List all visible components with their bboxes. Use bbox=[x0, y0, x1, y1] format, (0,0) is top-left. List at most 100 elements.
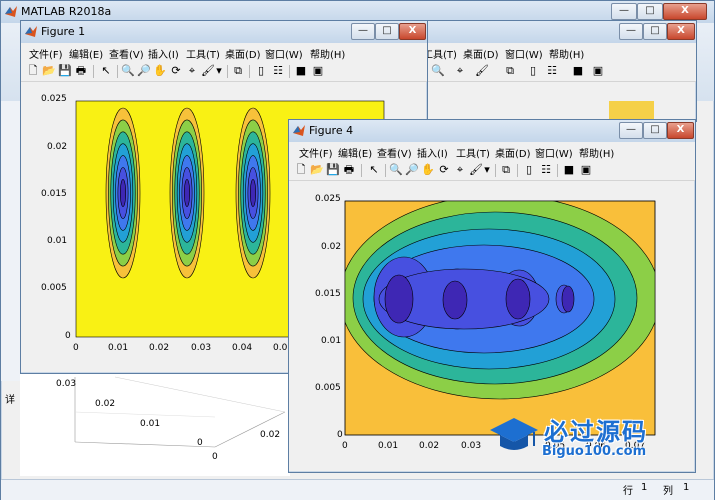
rotate-3d-icon[interactable]: ⟳ bbox=[169, 64, 183, 78]
menu-edit[interactable]: 编辑(E) bbox=[69, 46, 103, 61]
figure-logo-icon bbox=[25, 25, 37, 37]
new-figure-icon[interactable]: 🗋 bbox=[26, 64, 40, 78]
hide-plot-tools-icon[interactable]: ■ bbox=[562, 163, 576, 177]
main-minimize-button[interactable]: — bbox=[611, 3, 637, 20]
watermark-text-cn: 必过源码 bbox=[544, 418, 648, 446]
menu-window[interactable]: 窗口(W) bbox=[265, 46, 303, 61]
insert-colorbar-icon[interactable]: ▯ bbox=[522, 163, 536, 177]
data-cursor-icon[interactable]: ⌖ bbox=[185, 64, 199, 78]
toolbar-separator bbox=[93, 65, 94, 78]
bg-tool-show-icon[interactable]: ▣ bbox=[591, 64, 605, 78]
bg-tool-brush-icon[interactable]: 🖌 bbox=[475, 64, 489, 78]
brush-dropdown-icon[interactable]: ▾ bbox=[483, 163, 491, 177]
zoom-out-icon[interactable]: 🔎 bbox=[137, 64, 151, 78]
menu-desktop[interactable]: 桌面(D) bbox=[225, 46, 261, 61]
figure4-close-button[interactable]: X bbox=[667, 122, 694, 139]
zoom-in-icon[interactable]: 🔍 bbox=[121, 64, 135, 78]
graduation-cap-icon bbox=[488, 414, 540, 454]
link-plot-icon[interactable]: ⧉ bbox=[231, 64, 245, 78]
menu-edit[interactable]: 编辑(E) bbox=[338, 145, 372, 160]
bg-tool-link-icon[interactable]: ⧉ bbox=[503, 64, 517, 78]
bg-plot-surface bbox=[609, 101, 654, 120]
menu-tools[interactable]: 工具(T) bbox=[186, 46, 220, 61]
insert-legend-icon[interactable]: ☷ bbox=[271, 64, 285, 78]
figure4-maximize-button[interactable]: □ bbox=[643, 122, 667, 139]
menu-help[interactable]: 帮助(H) bbox=[549, 46, 584, 61]
figure1-menubar: 文件(F) 编辑(E) 查看(V) 插入(I) 工具(T) 桌面(D) 窗口(W… bbox=[21, 43, 427, 61]
link-plot-icon[interactable]: ⧉ bbox=[499, 163, 513, 177]
open-file-icon[interactable]: 📂 bbox=[42, 64, 56, 78]
pan-icon[interactable]: ✋ bbox=[421, 163, 435, 177]
menu-tools[interactable]: 工具(T) bbox=[423, 46, 457, 61]
matlab-logo-icon bbox=[5, 5, 17, 17]
zoom-in-icon[interactable]: 🔍 bbox=[389, 163, 403, 177]
menu-insert[interactable]: 插入(I) bbox=[148, 46, 179, 61]
hide-plot-tools-icon[interactable]: ■ bbox=[294, 64, 308, 78]
toolbar-separator bbox=[385, 164, 386, 177]
figure4-ytick: 0 bbox=[337, 430, 343, 440]
figure1-ytick: 0.01 bbox=[47, 236, 68, 246]
contour-level bbox=[384, 274, 414, 324]
brush-dropdown-icon[interactable]: ▾ bbox=[215, 64, 223, 78]
brush-icon[interactable]: 🖌 bbox=[201, 64, 215, 78]
bg-toolbar: 🔍 ⌖ 🖌 ⧉ ▯ ☷ ■ ▣ bbox=[381, 61, 696, 82]
figure1-maximize-button[interactable]: □ bbox=[375, 23, 399, 40]
print-figure-icon[interactable]: 🖶 bbox=[342, 163, 356, 177]
bg-tool-datacursor-icon[interactable]: ⌖ bbox=[453, 64, 467, 78]
main-window-title: MATLAB R2018a bbox=[21, 5, 112, 18]
bg-maximize-button[interactable]: □ bbox=[643, 23, 667, 40]
menu-help[interactable]: 帮助(H) bbox=[310, 46, 345, 61]
menu-tools[interactable]: 工具(T) bbox=[456, 145, 490, 160]
show-plot-tools-icon[interactable]: ▣ bbox=[311, 64, 325, 78]
figure1-xtick: 0.04 bbox=[232, 343, 253, 353]
edit-plot-icon[interactable]: ↖ bbox=[99, 64, 113, 78]
bg-tool-colorbar-icon[interactable]: ▯ bbox=[526, 64, 540, 78]
menu-window[interactable]: 窗口(W) bbox=[505, 46, 543, 61]
menu-insert[interactable]: 插入(I) bbox=[417, 145, 448, 160]
bg-tool-zoom-icon[interactable]: 🔍 bbox=[431, 64, 445, 78]
menu-help[interactable]: 帮助(H) bbox=[579, 145, 614, 160]
brush-icon[interactable]: 🖌 bbox=[469, 163, 483, 177]
main-close-button[interactable]: X bbox=[663, 3, 707, 20]
menu-desktop[interactable]: 桌面(D) bbox=[495, 145, 531, 160]
menu-file[interactable]: 文件(F) bbox=[299, 145, 333, 160]
show-plot-tools-icon[interactable]: ▣ bbox=[579, 163, 593, 177]
save-figure-icon[interactable]: 💾 bbox=[58, 64, 72, 78]
zoom-out-icon[interactable]: 🔎 bbox=[405, 163, 419, 177]
print-figure-icon[interactable]: 🖶 bbox=[74, 64, 88, 78]
menu-file[interactable]: 文件(F) bbox=[29, 46, 63, 61]
figure1-ytick: 0.015 bbox=[41, 189, 67, 199]
open-file-icon[interactable]: 📂 bbox=[310, 163, 324, 177]
data-cursor-icon[interactable]: ⌖ bbox=[453, 163, 467, 177]
menu-window[interactable]: 窗口(W) bbox=[535, 145, 573, 160]
status-row-value: 1 bbox=[641, 482, 648, 493]
toolbar-separator bbox=[361, 164, 362, 177]
background-3d-plot: 0.03 0.02 0.01 0 0 0.02 bbox=[20, 372, 290, 476]
menu-desktop[interactable]: 桌面(D) bbox=[463, 46, 499, 61]
figure4-minimize-button[interactable]: — bbox=[619, 122, 643, 139]
edit-plot-icon[interactable]: ↖ bbox=[367, 163, 381, 177]
figure4-title: Figure 4 bbox=[309, 124, 354, 137]
bg-3d-ytick: 0.02 bbox=[95, 399, 116, 409]
save-figure-icon[interactable]: 💾 bbox=[326, 163, 340, 177]
new-figure-icon[interactable]: 🗋 bbox=[294, 163, 308, 177]
main-maximize-button[interactable]: □ bbox=[637, 3, 663, 20]
bg-minimize-button[interactable]: — bbox=[619, 23, 643, 40]
figure1-close-button[interactable]: X bbox=[399, 23, 426, 40]
bg-tool-hide-icon[interactable]: ■ bbox=[571, 64, 585, 78]
insert-legend-icon[interactable]: ☷ bbox=[539, 163, 553, 177]
menu-view[interactable]: 查看(V) bbox=[109, 46, 144, 61]
bg-tool-legend-icon[interactable]: ☷ bbox=[545, 64, 559, 78]
rotate-3d-icon[interactable]: ⟳ bbox=[437, 163, 451, 177]
pan-icon[interactable]: ✋ bbox=[153, 64, 167, 78]
insert-colorbar-icon[interactable]: ▯ bbox=[254, 64, 268, 78]
contour-level bbox=[442, 280, 468, 320]
status-col-label: 列 bbox=[663, 486, 673, 497]
status-row-label: 行 bbox=[623, 486, 633, 497]
figure4-xtick: 0 bbox=[342, 441, 348, 451]
figure1-toolbar: 🗋 📂 💾 🖶 ↖ 🔍 🔎 ✋ ⟳ ⌖ 🖌 ▾ ⧉ ▯ ☷ ■ ▣ bbox=[21, 61, 427, 82]
figure1-minimize-button[interactable]: — bbox=[351, 23, 375, 40]
bg-close-button[interactable]: X bbox=[667, 23, 695, 40]
menu-view[interactable]: 查看(V) bbox=[377, 145, 412, 160]
statusbar bbox=[1, 479, 714, 500]
